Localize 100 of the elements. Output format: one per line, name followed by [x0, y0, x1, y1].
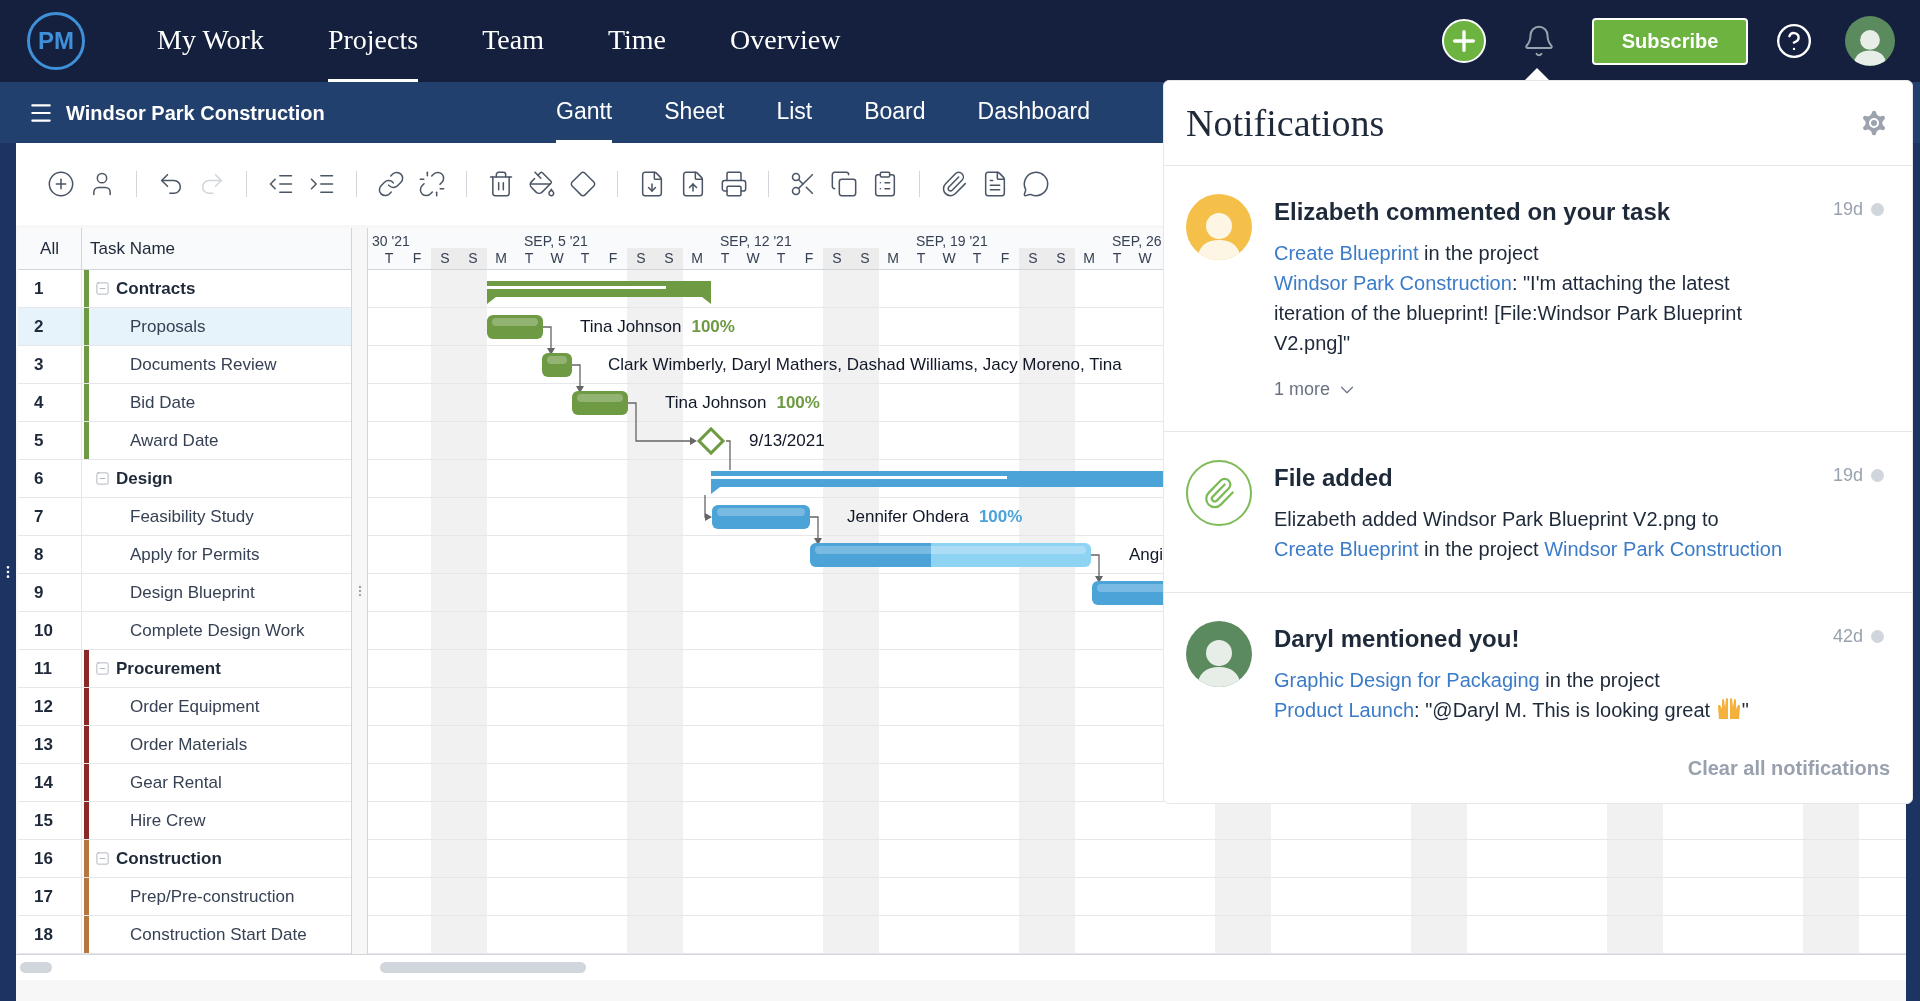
link[interactable]: Product Launch	[1274, 699, 1415, 721]
task-row[interactable]: 18 Construction Start Date	[18, 916, 351, 954]
task-row[interactable]: 1 Contracts	[18, 270, 351, 308]
day-label: S	[1047, 248, 1075, 269]
row-number: 18	[34, 923, 53, 946]
notification-title: Daryl mentioned you!	[1274, 624, 1520, 654]
day-label: F	[803, 249, 815, 268]
column-header[interactable]: All	[18, 228, 82, 269]
percent-label: 100%	[776, 392, 820, 415]
link[interactable]: Create Blueprint	[1274, 242, 1419, 264]
dependency-arrow	[1088, 552, 1104, 584]
notification-text: Graphic Design for Packaging in the project Product Launch: "@Daryl M. This is looking great "	[1274, 668, 1750, 723]
percent-label: 100%	[691, 316, 735, 339]
task-row[interactable]: 6 Design	[18, 460, 351, 498]
group-name: Procurement	[116, 657, 221, 680]
task-row[interactable]: 16 Construction	[18, 840, 351, 878]
task-row[interactable]: 10 Complete Design Work	[18, 612, 351, 650]
diamond-icon[interactable]	[568, 169, 598, 199]
task-row[interactable]: 9 Design Blueprint	[18, 574, 351, 612]
task-row[interactable]: 8 Apply for Permits	[18, 536, 351, 574]
help-icon[interactable]	[1775, 22, 1813, 60]
view-tab[interactable]: Sheet	[664, 82, 725, 143]
nav-tab[interactable]: Team	[482, 0, 544, 82]
percent-label: 100%	[978, 506, 1023, 529]
view-tab[interactable]: Dashboard	[977, 82, 1091, 143]
link-icon[interactable]	[376, 169, 406, 199]
row-number: 1	[34, 277, 44, 300]
task-name: Feasibility Study	[130, 505, 254, 528]
row-number: 14	[34, 771, 53, 794]
task-bar[interactable]	[542, 353, 572, 377]
group-name: Construction	[116, 847, 222, 870]
notification-title: File added	[1274, 463, 1393, 493]
week-label: SEP, 26	[1112, 232, 1162, 251]
view-tab[interactable]: List	[776, 82, 813, 143]
add-icon[interactable]	[46, 169, 76, 199]
day-label: W	[941, 249, 957, 268]
row-number: 13	[34, 733, 53, 756]
task-name: Gear Rental	[130, 771, 222, 794]
notification-title: Elizabeth commented on your task	[1274, 197, 1671, 227]
add-icon[interactable]	[1442, 19, 1486, 63]
day-label: S	[1019, 248, 1047, 269]
logo[interactable]: PM	[27, 12, 85, 70]
bell-icon[interactable]	[1522, 24, 1556, 58]
task-row[interactable]: 13 Order Materials	[18, 726, 351, 764]
link[interactable]: Windsor Park Construction	[1544, 538, 1783, 560]
row-number: 16	[34, 847, 53, 870]
task-name: Complete Design Work	[130, 619, 305, 642]
row-number: 2	[34, 315, 44, 338]
day-label: T	[383, 249, 395, 268]
view-tab[interactable]: Board	[864, 82, 926, 143]
row-number: 6	[34, 467, 44, 490]
link[interactable]: Graphic Design for Packaging	[1274, 669, 1540, 691]
task-row[interactable]: 2 Proposals	[18, 308, 351, 346]
paint-bucket-icon[interactable]	[527, 169, 557, 199]
row-number: 15	[34, 809, 53, 832]
day-label: S	[627, 248, 655, 269]
task-row[interactable]: 11 Procurement	[18, 650, 351, 688]
assignee-label: Angi	[1129, 544, 1164, 567]
task-name: Apply for Permits	[130, 543, 260, 566]
panel-title: Notifications	[1186, 100, 1385, 146]
task-row[interactable]: 12 Order Equipment	[18, 688, 351, 726]
comment-icon[interactable]	[1021, 169, 1051, 199]
link[interactable]: Create Blueprint	[1274, 538, 1419, 560]
copy-icon[interactable]	[829, 169, 859, 199]
task-name: Hire Crew	[130, 809, 206, 832]
day-label: F	[607, 249, 619, 268]
assignee-label: Tina Johnson	[580, 316, 682, 339]
time-ago: 19d	[1832, 198, 1863, 221]
day-label: F	[999, 249, 1011, 268]
task-row[interactable]: 5 Award Date	[18, 422, 351, 460]
column-header[interactable]: Task Name	[82, 228, 351, 269]
nav-tab[interactable]: Time	[607, 0, 667, 82]
paperclip-icon	[1186, 460, 1252, 526]
print-icon[interactable]	[719, 169, 749, 199]
task-row[interactable]: 4 Bid Date	[18, 384, 351, 422]
week-label: 30 '21	[372, 232, 410, 251]
unlink-icon[interactable]	[417, 169, 447, 199]
more-toggle[interactable]: 1 more	[1274, 376, 1359, 403]
task-row[interactable]: 15 Hire Crew	[18, 802, 351, 840]
nav-tab[interactable]: My Work	[157, 0, 264, 82]
day-label: T	[523, 249, 535, 268]
task-row[interactable]: 17 Prep/Pre-construction	[18, 878, 351, 916]
day-label: T	[775, 249, 787, 268]
assignee-label: Jennifer Ohdera	[847, 506, 969, 529]
task-row[interactable]: 7 Feasibility Study	[18, 498, 351, 536]
link[interactable]: Windsor Park Construction	[1274, 272, 1512, 294]
assignee-label: Tina Johnson	[665, 392, 767, 415]
task-row[interactable]: 14 Gear Rental	[18, 764, 351, 802]
avatar[interactable]	[1845, 16, 1895, 66]
day-label: T	[719, 249, 731, 268]
dependency-arrow	[540, 324, 556, 356]
day-label: M	[1082, 249, 1096, 268]
scrollbar-thumb[interactable]	[20, 962, 52, 973]
task-name: Order Equipment	[130, 695, 260, 718]
nav-tab[interactable]: Overview	[730, 0, 841, 82]
scrollbar-thumb[interactable]	[380, 962, 586, 973]
group-name: Contracts	[116, 277, 196, 300]
row-number: 10	[34, 619, 53, 642]
row-number: 7	[34, 505, 44, 528]
task-row[interactable]: 3 Documents Review	[18, 346, 351, 384]
